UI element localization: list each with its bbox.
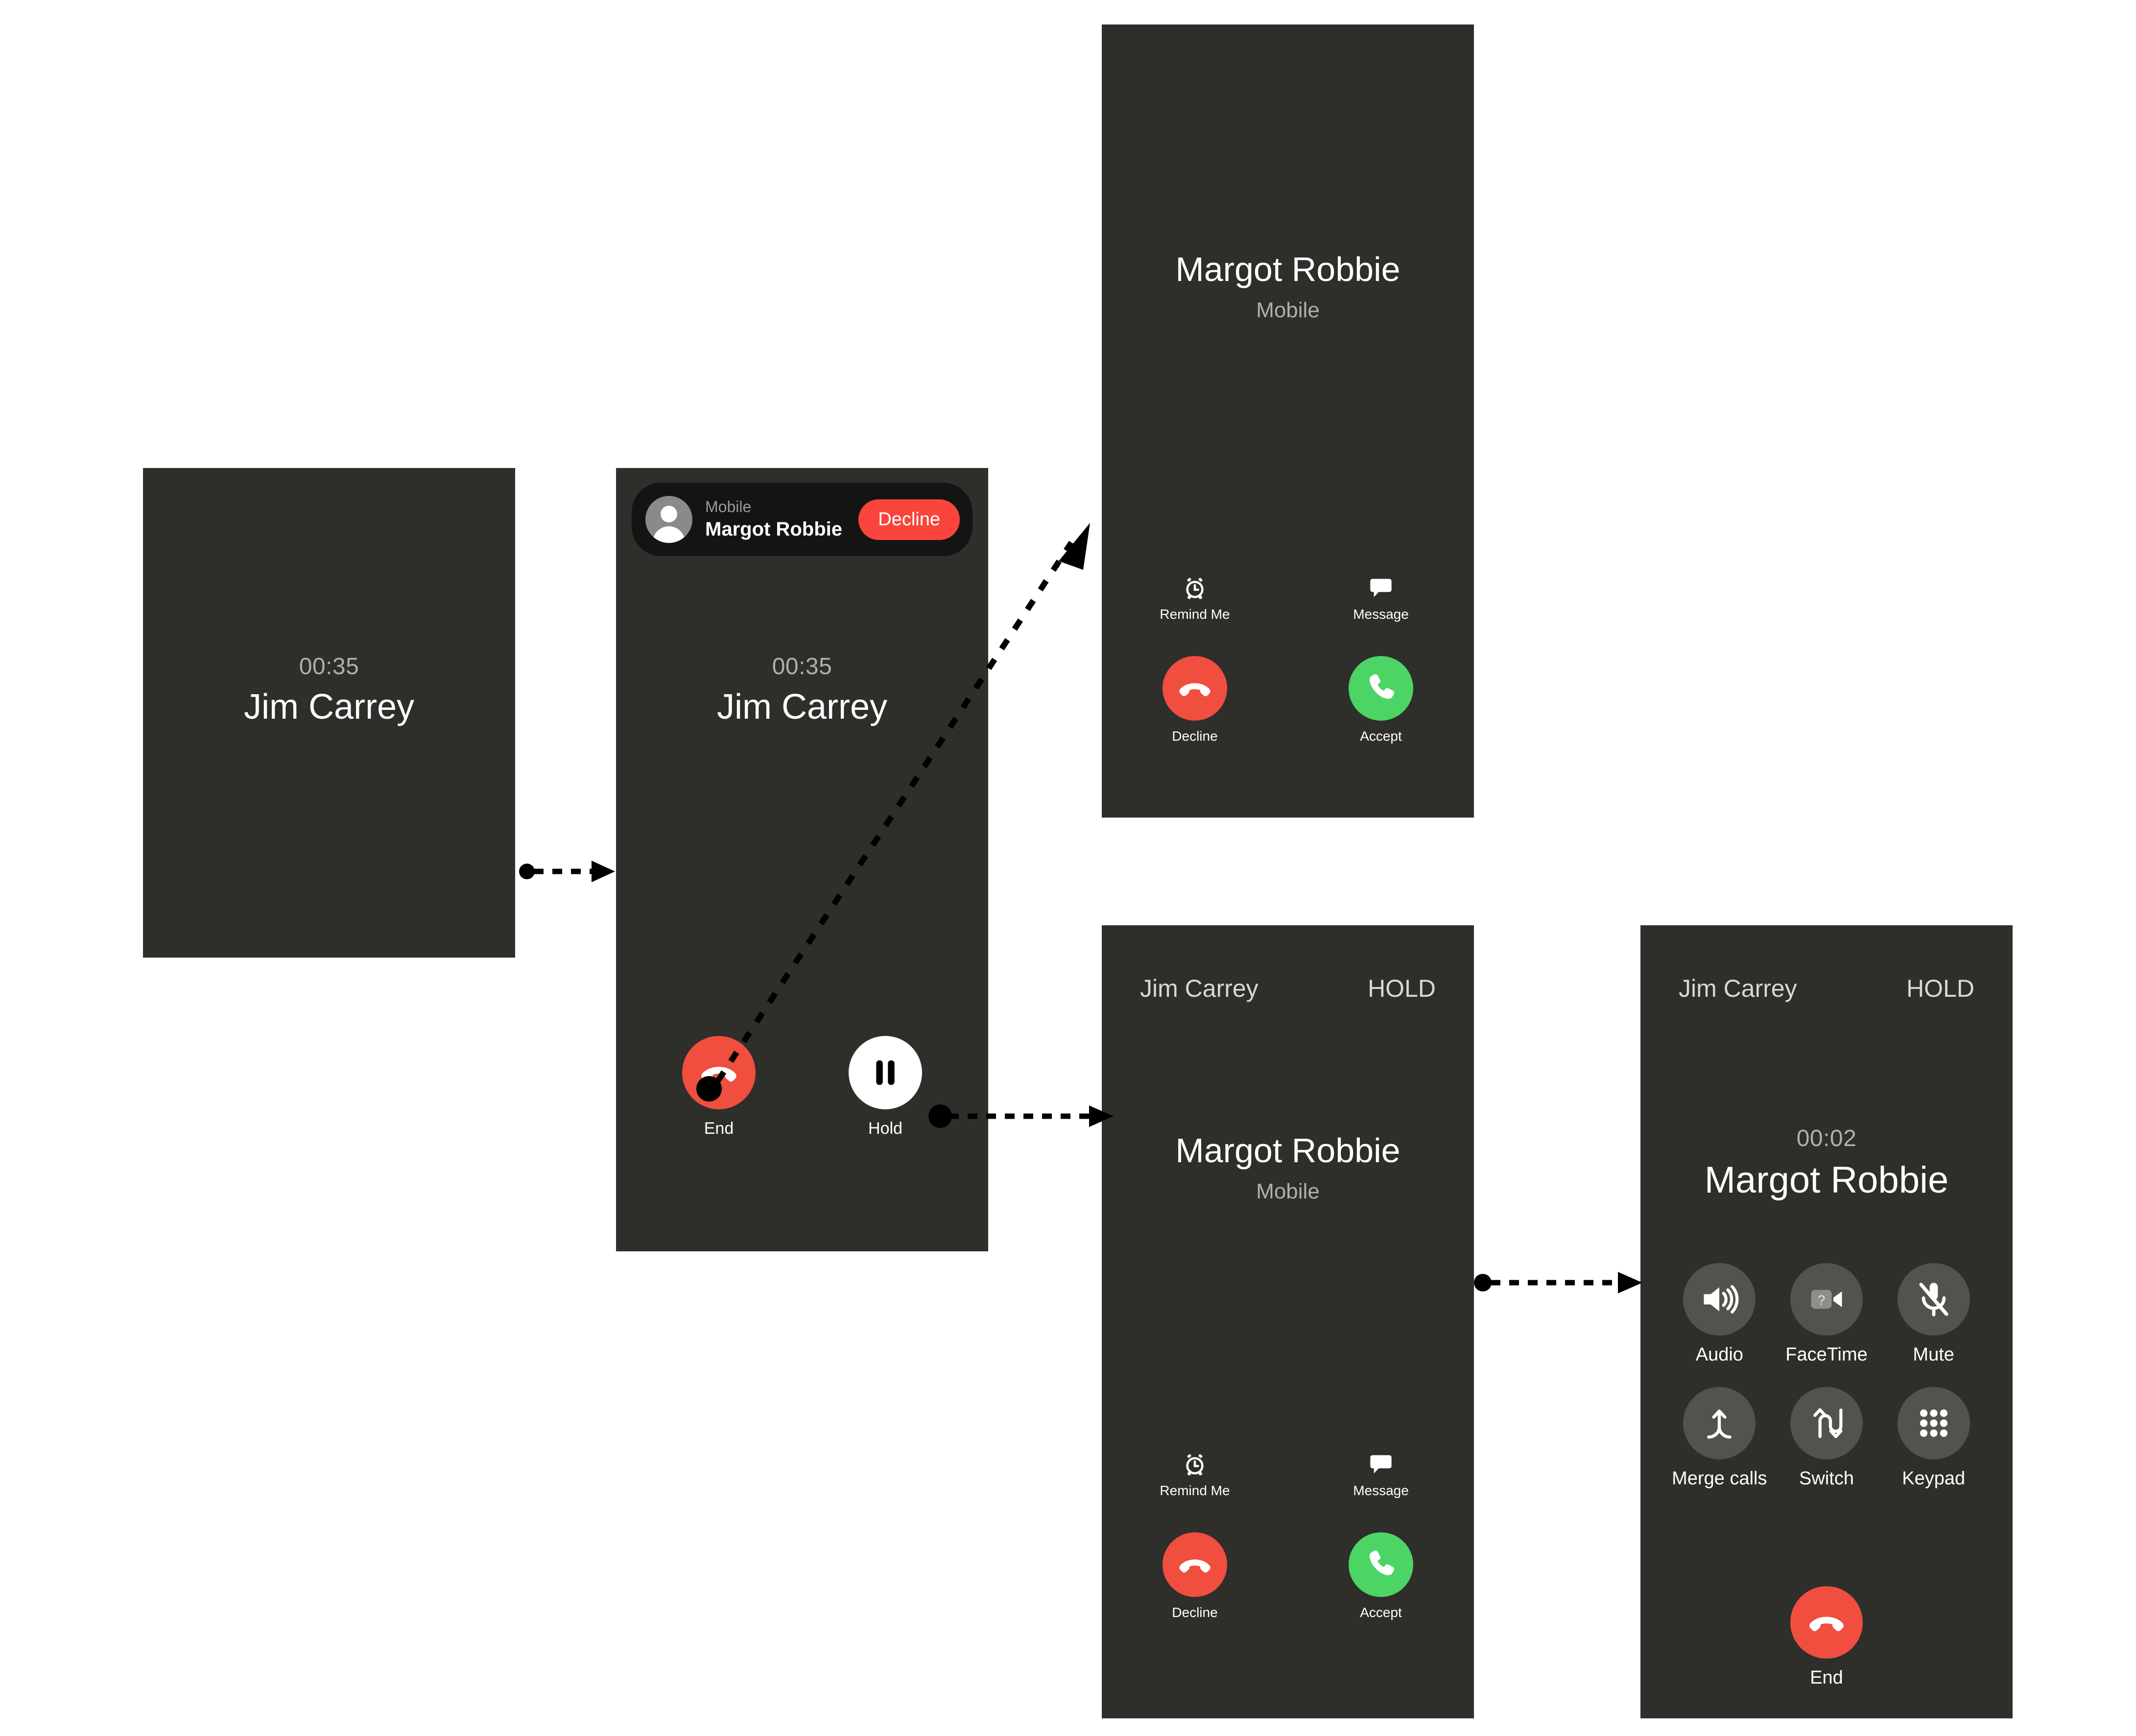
held-contact-name: Jim Carrey [1140,975,1258,1002]
control-facetime[interactable]: ? FaceTime [1773,1263,1880,1365]
speech-bubble-icon [1370,1455,1392,1474]
secondary-label: Message [1353,1483,1409,1498]
screen-incoming-while-hold: Jim Carrey HOLD Margot Robbie Mobile Rem… [1102,925,1474,1718]
flow-diagram-canvas: 00:35 Jim Carrey Audio [0,0,2136,1736]
secondary-label: Remind Me [1160,607,1230,622]
incoming-caller-name: Margot Robbie [1175,250,1400,288]
incoming-line-type: Mobile [1256,1179,1320,1203]
control-label: Audio [1695,1344,1743,1365]
mic-muted-icon[interactable] [1897,1263,1970,1336]
message-action[interactable]: Message [1288,575,1474,622]
control-keypad[interactable]: Keypad [1880,1387,1987,1489]
decline-call-action[interactable]: Decline [1102,656,1288,744]
control-label: Merge calls [1672,1468,1767,1489]
screen-active-call: 00:35 Jim Carrey Audio [143,468,515,958]
connector-end-to-incoming [681,504,1097,1111]
incoming-header: Margot Robbie Mobile [1102,1131,1474,1204]
facetime-video-icon[interactable]: ? [1790,1263,1863,1336]
end-call-icon[interactable] [1163,1532,1227,1597]
accept-call-action[interactable]: Accept [1288,1532,1474,1620]
control-label: FaceTime [1785,1344,1868,1365]
control-merge-calls[interactable]: Merge calls [1666,1387,1773,1489]
merge-calls-icon[interactable] [1683,1387,1756,1459]
control-audio[interactable]: Audio [1666,1263,1773,1365]
screen-second-call-active: Jim Carrey HOLD 00:02 Margot Robbie Audi… [1640,925,2013,1718]
control-label: Keypad [1902,1468,1966,1489]
connector-hold-to-incoming-hold [928,1092,1116,1141]
incoming-answer-actions: Decline Accept [1102,656,1474,744]
call-contact-name: Jim Carrey [243,687,414,727]
remind-me-action[interactable]: Remind Me [1102,1452,1288,1499]
action-label: Hold [868,1119,902,1138]
hold-status-badge: HOLD [1906,975,1974,1002]
secondary-label: Message [1353,607,1409,622]
answer-label: Decline [1172,1605,1218,1620]
secondary-label: Remind Me [1160,1483,1230,1498]
speech-bubble-icon [1370,579,1392,597]
answer-label: Accept [1360,728,1402,744]
svg-text:?: ? [1818,1292,1826,1308]
action-label: End [704,1119,734,1138]
decline-call-action[interactable]: Decline [1102,1532,1288,1620]
call-timer: 00:35 [299,654,359,680]
end-call-action[interactable]: End [1640,1586,2013,1689]
incoming-secondary-actions: Remind Me Message [1102,1452,1474,1499]
accept-call-action[interactable]: Accept [1288,656,1474,744]
screen-incoming-call: Margot Robbie Mobile Remind Me Message D… [1102,24,1474,818]
end-call-icon[interactable] [1163,656,1227,721]
remind-me-action[interactable]: Remind Me [1102,575,1288,622]
held-contact-name: Jim Carrey [1679,975,1797,1002]
incoming-secondary-actions: Remind Me Message [1102,575,1474,622]
control-label: Switch [1799,1468,1854,1489]
answer-label: Accept [1360,1605,1402,1620]
hold-status-bar: Jim Carrey HOLD [1679,974,1974,1003]
call-header: 00:02 Margot Robbie [1640,1126,2013,1202]
end-call-icon[interactable] [1790,1586,1863,1659]
phone-icon[interactable] [1349,1532,1413,1597]
alarm-clock-icon [1186,1454,1204,1476]
incoming-header: Margot Robbie Mobile [1102,250,1474,323]
hold-status-bar: Jim Carrey HOLD [1140,974,1436,1003]
connector-accept-to-second-call [1474,1258,1645,1307]
control-switch[interactable]: Switch [1773,1387,1880,1489]
message-action[interactable]: Message [1288,1452,1474,1499]
control-label: End [1810,1667,1843,1688]
control-label: Mute [1913,1344,1954,1365]
call-timer: 00:02 [1796,1126,1857,1151]
speaker-icon[interactable] [1683,1263,1756,1336]
phone-icon[interactable] [1349,656,1413,721]
alarm-clock-icon [1186,577,1204,599]
hold-status-badge: HOLD [1368,975,1436,1002]
call-header: 00:35 Jim Carrey [143,654,515,728]
control-mute[interactable]: Mute [1880,1263,1987,1365]
incoming-answer-actions: Decline Accept [1102,1532,1474,1620]
answer-label: Decline [1172,728,1218,744]
call-contact-name: Margot Robbie [1704,1159,1949,1201]
switch-calls-icon[interactable] [1790,1387,1863,1459]
incoming-line-type: Mobile [1256,298,1320,322]
incoming-caller-name: Margot Robbie [1175,1131,1400,1170]
keypad-icon[interactable] [1897,1387,1970,1459]
call-controls-grid: Audio ? FaceTime Mute Merge calls Switch… [1640,1263,2013,1489]
connector-active-to-banner [519,847,617,896]
